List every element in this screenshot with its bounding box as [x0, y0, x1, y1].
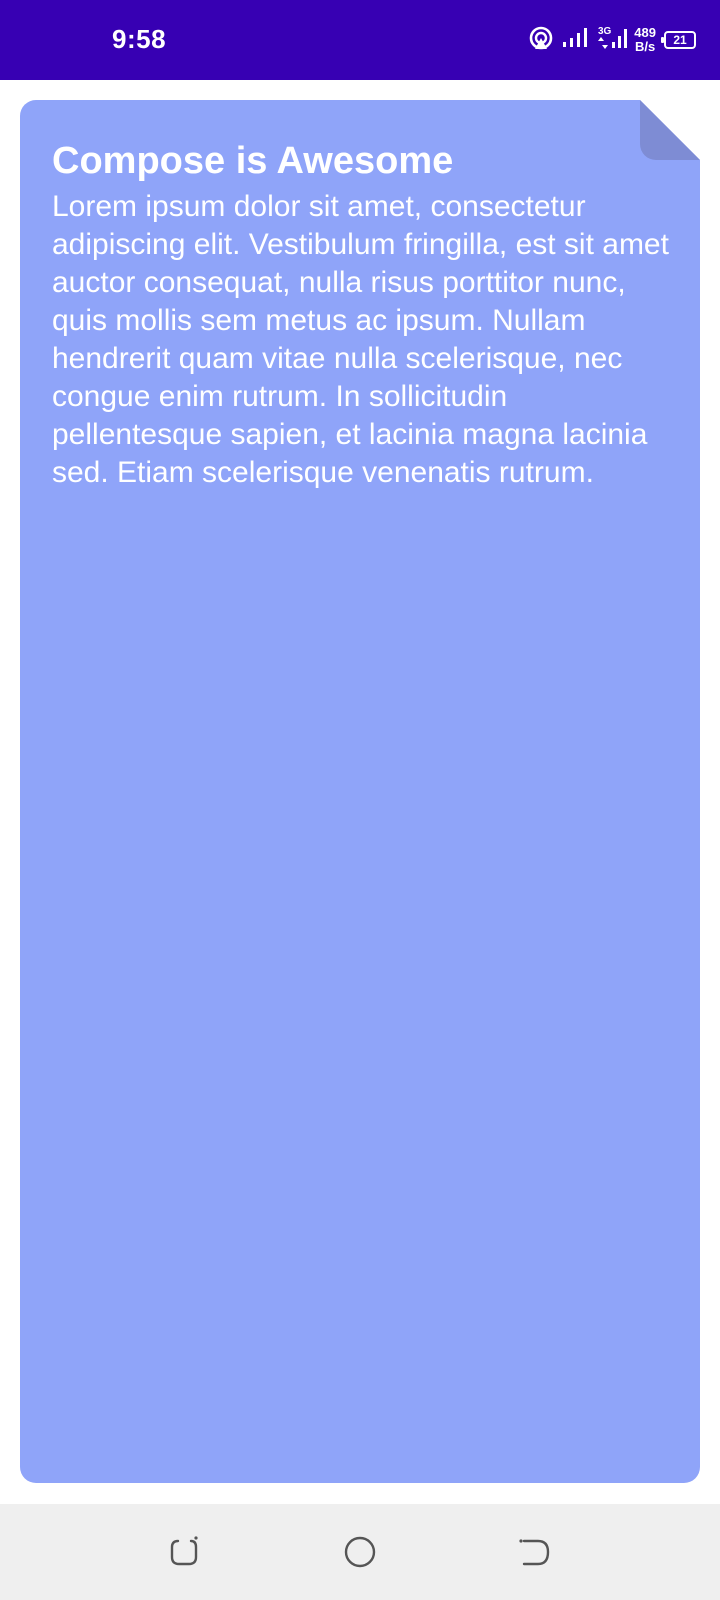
- status-icons: 3G 489 B/s 21: [520, 22, 696, 58]
- svg-text:3G: 3G: [598, 26, 612, 37]
- 3g-signal-icon: 3G: [598, 24, 628, 57]
- hotspot-icon: [528, 25, 554, 56]
- recents-icon: [170, 1536, 198, 1566]
- status-bar: 9:58 3G 489 B/s 21: [0, 0, 720, 80]
- home-button[interactable]: [342, 1534, 378, 1570]
- network-speed: 489 B/s: [634, 26, 656, 54]
- battery-level: 21: [673, 33, 687, 47]
- navigation-bar: [0, 1504, 720, 1600]
- home-icon: [344, 1536, 376, 1568]
- network-speed-unit: B/s: [635, 39, 656, 54]
- network-speed-value: 489: [634, 25, 656, 40]
- recents-button[interactable]: [166, 1534, 202, 1570]
- back-icon: [519, 1539, 550, 1566]
- note-body: Lorem ipsum dolor sit amet, consectetur …: [52, 190, 669, 489]
- note-title: Compose is Awesome: [52, 140, 454, 182]
- back-button[interactable]: [518, 1534, 554, 1570]
- status-time: 9:58: [112, 24, 167, 54]
- signal-icon: [562, 27, 590, 54]
- battery-icon: 21: [661, 31, 696, 49]
